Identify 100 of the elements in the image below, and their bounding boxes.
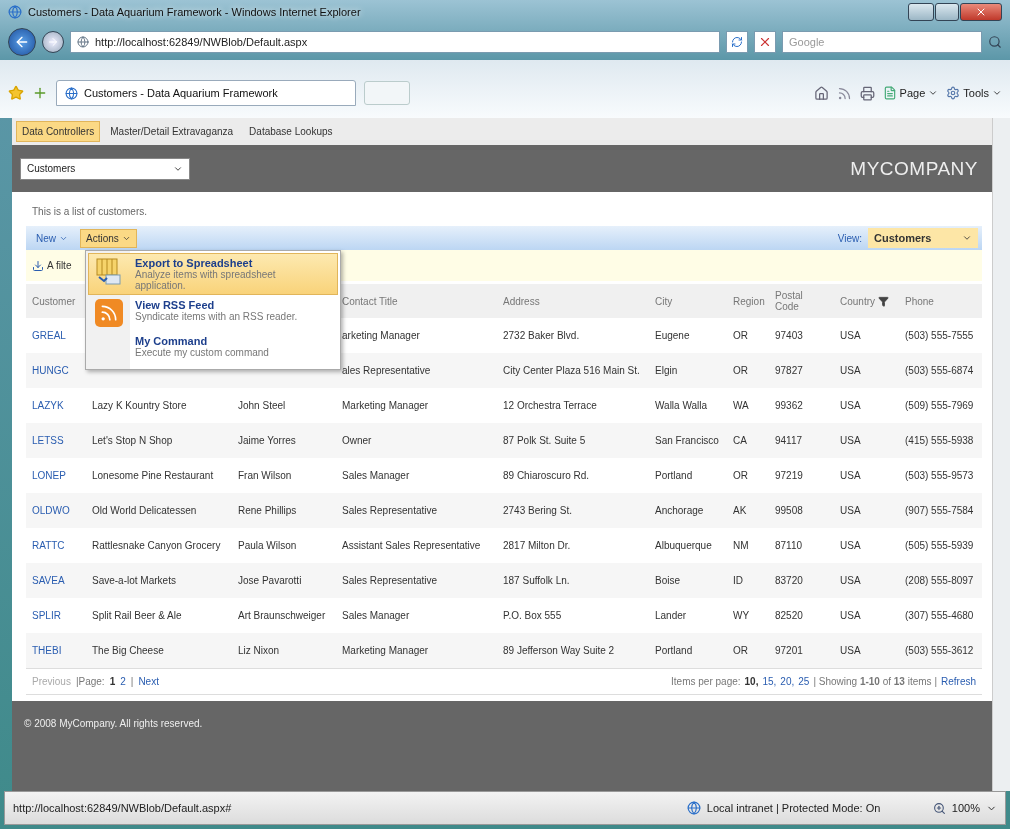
scrollbar[interactable] [992,118,1010,791]
back-button[interactable] [8,28,36,56]
menu-item[interactable]: View RSS Feed Syndicate items with an RSS reader. [88,295,338,331]
table-cell: USA [840,539,861,551]
table-cell: 99362 [775,399,803,411]
page-size-label: Items per page: [671,676,741,687]
customer-id-link[interactable]: RATTC [32,539,65,551]
refresh-button[interactable] [726,31,748,53]
table-cell: Art Braunschweiger [238,609,326,621]
close-icon [975,6,987,18]
action-menu-button[interactable]: New [30,228,74,248]
table-cell: USA [840,609,861,621]
caret-icon [962,233,972,243]
address-bar[interactable]: http://localhost:62849/NWBlob/Default.aspx [70,31,720,53]
refresh-link[interactable]: Refresh [941,676,976,687]
table-cell: Anchorage [655,504,704,516]
close-icon [758,35,772,49]
table-cell: Sales Representative [342,504,438,516]
forward-button[interactable] [42,31,64,53]
menu-item[interactable]: Export to Spreadsheet Analyze items with spreadsheet application. [88,253,338,295]
table-cell: The Big Cheese [92,644,164,656]
table-cell: Marketing Manager [342,644,429,656]
zoom-icon[interactable] [932,801,946,815]
column-header[interactable]: Phone [905,295,934,307]
customer-id-link[interactable]: LONEP [32,469,66,481]
table-cell: 187 Suffolk Ln. [503,574,570,586]
spreadsheet-icon [94,257,124,287]
table-cell: 87110 [775,539,803,551]
controller-select[interactable]: Customers [20,157,190,180]
page-link[interactable]: 1 [109,676,116,687]
table-cell: Rene Phillips [238,504,297,516]
refresh-icon [731,36,743,48]
table-cell: Walla Walla [655,399,708,411]
zoom-level[interactable]: 100% [951,802,980,814]
table-cell: 2817 Milton Dr. [503,539,571,551]
customer-id-link[interactable]: SPLIR [32,609,61,621]
table-cell: Fran Wilson [238,469,292,481]
table-cell: Owner [342,434,372,446]
globe-icon [77,36,89,48]
search-field[interactable]: Google [782,31,982,53]
print-icon[interactable] [859,85,875,101]
table-cell: Old World Delicatessen [92,504,197,516]
table-cell: (503) 555-9573 [905,469,974,481]
table-cell: 97403 [775,329,803,341]
table-cell: 97219 [775,469,803,481]
customer-id-link[interactable]: LAZYK [32,399,64,411]
page-size-link[interactable]: 25 [798,676,810,687]
customer-id-link[interactable]: THEBI [32,644,62,656]
action-menu-button[interactable]: Actions [80,228,137,248]
column-header[interactable]: Contact Title [342,295,398,307]
stop-button[interactable] [754,31,776,53]
table-cell: USA [840,399,861,411]
customer-id-link[interactable]: GREAL [32,329,66,341]
page-tab[interactable]: Database Lookups [243,121,339,142]
column-header[interactable]: Country [840,295,875,307]
page-size-link[interactable]: 15, [762,676,777,687]
table-cell: (415) 555-5938 [905,434,974,446]
table-cell: USA [840,644,861,656]
column-header[interactable]: City [655,295,673,307]
page-size-link[interactable]: 20, [780,676,795,687]
next-link[interactable]: Next [138,676,159,687]
page-tab[interactable]: Master/Detail Extravaganza [104,121,240,142]
search-icon[interactable] [988,35,1002,49]
description-text: This is a list of customers. [32,205,148,217]
table-cell: OR [733,644,748,656]
table-cell: Sales Manager [342,609,410,621]
table-cell: Lazy K Kountry Store [92,399,187,411]
menu-item[interactable]: My Command Execute my custom command [88,331,338,367]
table-cell: USA [840,364,861,376]
table-cell: ID [733,574,743,586]
page-link[interactable]: 2 [120,676,126,687]
rss-icon [95,299,123,327]
page-tab[interactable]: Data Controllers [16,121,101,142]
items-summary: | Showing 1-10 of 13 items | [813,676,937,687]
view-label: View: [837,232,862,244]
table-cell: NM [733,539,749,551]
table-cell: 97827 [775,364,803,376]
page-size-link[interactable]: 10, [744,676,759,687]
table-cell: 83720 [775,574,803,586]
view-select[interactable]: Customers [868,228,978,248]
table-cell: Rattlesnake Canyon Grocery [92,539,221,551]
feed-icon[interactable] [836,85,852,101]
command-menu[interactable]: Page [882,86,939,100]
table-cell: 89 Chiaroscuro Rd. [503,469,590,481]
home-icon[interactable] [813,85,829,101]
browser-tab[interactable]: Customers - Data Aquarium Framework [56,80,356,106]
favorites-star-icon[interactable] [8,85,24,101]
table-cell: 87 Polk St. Suite 5 [503,434,586,446]
minimize-button[interactable] [908,3,934,21]
close-button[interactable] [960,3,1002,21]
customer-id-link[interactable]: SAVEA [32,574,65,586]
maximize-button[interactable] [935,3,959,21]
separator-text: | [130,676,134,687]
command-menu[interactable]: Tools [946,86,1002,100]
customer-id-link[interactable]: LETSS [32,434,64,446]
forward-arrow-icon [47,36,59,48]
filter-text: A filte [47,260,72,271]
table-cell: AK [733,504,747,516]
column-header[interactable]: Address [503,295,540,307]
table-cell: Paula Wilson [238,539,297,551]
